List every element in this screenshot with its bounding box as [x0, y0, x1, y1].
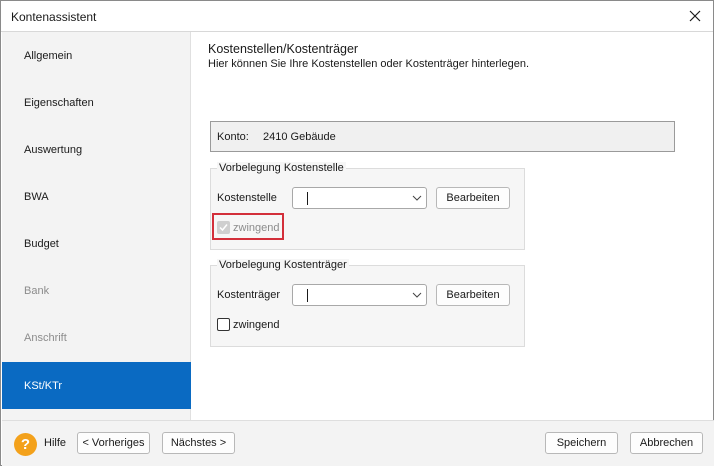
- sidebar-item-label: KSt/KTr: [24, 379, 63, 392]
- sidebar-item-bwa[interactable]: BWA: [2, 173, 191, 220]
- sidebar-item-bank: Bank: [2, 267, 191, 314]
- footer-bar: ? Hilfe < Vorheriges Nächstes > Speicher…: [2, 420, 714, 466]
- text-cursor: [307, 289, 308, 302]
- sidebar-item-allgemein[interactable]: Allgemein: [2, 32, 191, 79]
- previous-button[interactable]: < Vorheriges: [77, 432, 150, 454]
- sidebar-item-label: Auswertung: [24, 143, 83, 156]
- kostentraeger-combobox[interactable]: [292, 284, 427, 306]
- kostentraeger-label: Kostenträger: [217, 289, 280, 301]
- sidebar-item-label: BWA: [24, 190, 49, 203]
- next-button[interactable]: Nächstes >: [162, 432, 235, 454]
- page-title: Kostenstellen/Kostenträger: [208, 42, 359, 56]
- kostentraeger-required-checkbox[interactable]: zwingend: [217, 318, 279, 331]
- sidebar-item-label: Eigenschaften: [24, 96, 94, 109]
- sidebar-item-label: Allgemein: [24, 49, 73, 62]
- question-icon[interactable]: ?: [14, 433, 37, 456]
- kostentraeger-edit-button[interactable]: Bearbeiten: [436, 284, 510, 306]
- window-title: Kontenassistent: [11, 10, 97, 24]
- close-button[interactable]: [681, 3, 709, 29]
- checkbox-box: [217, 318, 230, 331]
- kostenstelle-edit-button[interactable]: Bearbeiten: [436, 187, 510, 209]
- highlight-frame: [212, 213, 284, 240]
- sidebar-item-label: Anschrift: [24, 331, 67, 344]
- sidebar-item-label: Budget: [24, 237, 59, 250]
- sidebar-item-anschrift: Anschrift: [2, 314, 191, 361]
- chevron-down-icon: [412, 292, 422, 298]
- sidebar: Allgemein Eigenschaften Auswertung BWA B…: [2, 32, 191, 420]
- kostenstelle-combobox[interactable]: [292, 187, 427, 209]
- page-subtitle: Hier können Sie Ihre Kostenstellen oder …: [208, 58, 530, 70]
- chevron-down-icon: [412, 195, 422, 201]
- dialog-window: Kontenassistent Allgemein Eigenschaften …: [0, 0, 714, 466]
- cancel-button[interactable]: Abbrechen: [630, 432, 703, 454]
- konto-value: 2410 Gebäude: [263, 131, 336, 143]
- sidebar-item-kst-ktr[interactable]: KSt/KTr: [2, 362, 191, 409]
- kostenstelle-label: Kostenstelle: [217, 192, 277, 204]
- kostentraeger-required-label: zwingend: [233, 318, 280, 331]
- sidebar-item-eigenschaften[interactable]: Eigenschaften: [2, 79, 191, 126]
- konto-info-box: Konto: 2410 Gebäude: [210, 121, 675, 152]
- close-icon: [689, 10, 701, 22]
- save-button[interactable]: Speichern: [545, 432, 618, 454]
- sidebar-item-auswertung[interactable]: Auswertung: [2, 126, 191, 173]
- title-bar: Kontenassistent: [1, 1, 713, 32]
- kostentraeger-group-legend: Vorbelegung Kostenträger: [217, 259, 349, 271]
- help-label[interactable]: Hilfe: [44, 437, 66, 449]
- sidebar-item-label: Bank: [24, 284, 50, 297]
- sidebar-item-budget[interactable]: Budget: [2, 220, 191, 267]
- text-cursor: [307, 192, 308, 205]
- kostentraeger-group: Vorbelegung Kostenträger Kostenträger Be…: [210, 259, 525, 347]
- kostenstelle-group-legend: Vorbelegung Kostenstelle: [217, 162, 346, 174]
- konto-label: Konto:: [217, 131, 249, 143]
